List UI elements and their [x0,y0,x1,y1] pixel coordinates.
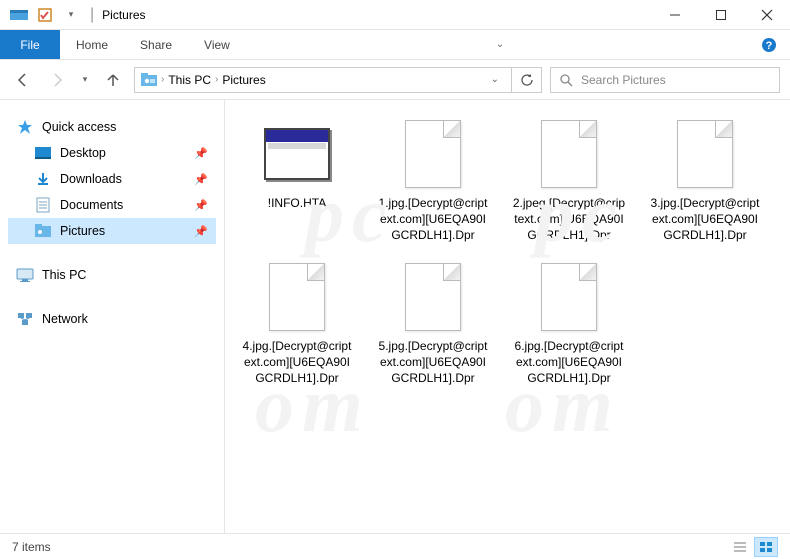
sidebar-item-label: Desktop [60,146,106,160]
chevron-right-icon[interactable]: › [161,74,164,85]
svg-text:?: ? [766,40,773,52]
sidebar-item-pictures[interactable]: Pictures 📌 [8,218,216,244]
blank-file-icon [398,119,468,189]
properties-qat-icon[interactable] [34,4,56,26]
breadcrumb-pictures[interactable]: Pictures [222,73,265,87]
file-item[interactable]: 2.jpeg.[Decrypt@criptext.com][U6EQA90IGC… [505,112,633,251]
quick-access-icon [16,118,34,136]
documents-icon [34,196,52,214]
blank-file-icon [398,262,468,332]
recent-locations-dropdown[interactable]: ▾ [78,67,92,93]
search-icon [559,73,573,87]
hta-file-icon [262,119,332,189]
file-content-area[interactable]: pc pc om om !INFO.HTA1.jpg.[Decrypt@crip… [225,100,790,533]
search-input[interactable]: Search Pictures [550,67,780,93]
maximize-button[interactable] [698,0,744,30]
network-icon [16,310,34,328]
file-item[interactable]: 1.jpg.[Decrypt@criptext.com][U6EQA90IGCR… [369,112,497,251]
sidebar-item-label: Documents [60,198,123,212]
file-name-label: 4.jpg.[Decrypt@criptext.com][U6EQA90IGCR… [240,338,354,387]
sidebar-item-label: Network [42,312,88,326]
file-item[interactable]: 5.jpg.[Decrypt@criptext.com][U6EQA90IGCR… [369,255,497,394]
pin-icon: 📌 [194,147,208,160]
sidebar-this-pc[interactable]: This PC [8,262,216,288]
blank-file-icon [534,262,604,332]
sidebar-network[interactable]: Network [8,306,216,332]
window-controls [652,0,790,30]
tab-share[interactable]: Share [124,30,188,59]
ribbon: File Home Share View ⌄ ? [0,30,790,60]
back-button[interactable] [10,67,36,93]
blank-file-icon [670,119,740,189]
sidebar-item-downloads[interactable]: Downloads 📌 [8,166,216,192]
window-title: Pictures [102,8,145,22]
pin-icon: 📌 [194,199,208,212]
navigation-pane: Quick access Desktop 📌 Downloads 📌 [0,100,225,533]
file-name-label: 2.jpeg.[Decrypt@criptext.com][U6EQA90IGC… [512,195,626,244]
sidebar-item-label: This PC [42,268,86,282]
file-name-label: 6.jpg.[Decrypt@criptext.com][U6EQA90IGCR… [512,338,626,387]
close-button[interactable] [744,0,790,30]
up-button[interactable] [100,67,126,93]
file-name-label: !INFO.HTA [268,195,326,211]
breadcrumb-this-pc[interactable]: This PC [168,73,211,87]
chevron-right-icon[interactable]: › [215,74,218,85]
sidebar-item-label: Quick access [42,120,116,134]
status-bar: 7 items [0,533,790,559]
refresh-button[interactable] [512,67,542,93]
tab-view[interactable]: View [188,30,246,59]
desktop-icon [34,144,52,162]
breadcrumb[interactable]: › This PC › Pictures ⌄ [134,67,512,93]
blank-file-icon [534,119,604,189]
view-toggles [728,537,778,557]
quick-access-toolbar: ▾ [8,4,82,26]
file-name-label: 5.jpg.[Decrypt@criptext.com][U6EQA90IGCR… [376,338,490,387]
forward-button[interactable] [44,67,70,93]
title-bar: ▾ | Pictures [0,0,790,30]
minimize-button[interactable] [652,0,698,30]
file-item[interactable]: 4.jpg.[Decrypt@criptext.com][U6EQA90IGCR… [233,255,361,394]
file-name-label: 1.jpg.[Decrypt@criptext.com][U6EQA90IGCR… [376,195,490,244]
blank-file-icon [262,262,332,332]
explorer-app-icon [8,4,30,26]
sidebar-item-documents[interactable]: Documents 📌 [8,192,216,218]
sidebar-item-label: Pictures [60,224,105,238]
file-item[interactable]: !INFO.HTA [233,112,361,251]
title-separator: | [90,6,94,24]
navigation-bar: ▾ › This PC › Pictures ⌄ Search Pictures [0,60,790,100]
address-dropdown-icon[interactable]: ⌄ [485,74,505,85]
file-item[interactable]: 3.jpg.[Decrypt@criptext.com][U6EQA90IGCR… [641,112,769,251]
ribbon-expand-icon[interactable]: ⌄ [480,30,520,59]
file-item[interactable]: 6.jpg.[Decrypt@criptext.com][U6EQA90IGCR… [505,255,633,394]
this-pc-icon [16,266,34,284]
pictures-icon [34,222,52,240]
sidebar-item-desktop[interactable]: Desktop 📌 [8,140,216,166]
item-count: 7 items [12,540,51,554]
sidebar-item-label: Downloads [60,172,122,186]
tab-home[interactable]: Home [60,30,124,59]
qat-dropdown-icon[interactable]: ▾ [60,4,82,26]
pin-icon: 📌 [194,173,208,186]
file-name-label: 3.jpg.[Decrypt@criptext.com][U6EQA90IGCR… [648,195,762,244]
pin-icon: 📌 [194,225,208,238]
main-area: Quick access Desktop 📌 Downloads 📌 [0,100,790,533]
sidebar-quick-access[interactable]: Quick access [8,114,216,140]
file-grid: !INFO.HTA 1.jpg.[Decrypt@criptext.com][U6… [233,112,782,393]
help-button[interactable]: ? [754,30,784,59]
file-tab[interactable]: File [0,30,60,59]
downloads-icon [34,170,52,188]
thumbnails-view-button[interactable] [754,537,778,557]
details-view-button[interactable] [728,537,752,557]
pictures-folder-icon [141,73,157,87]
search-placeholder: Search Pictures [581,73,666,87]
